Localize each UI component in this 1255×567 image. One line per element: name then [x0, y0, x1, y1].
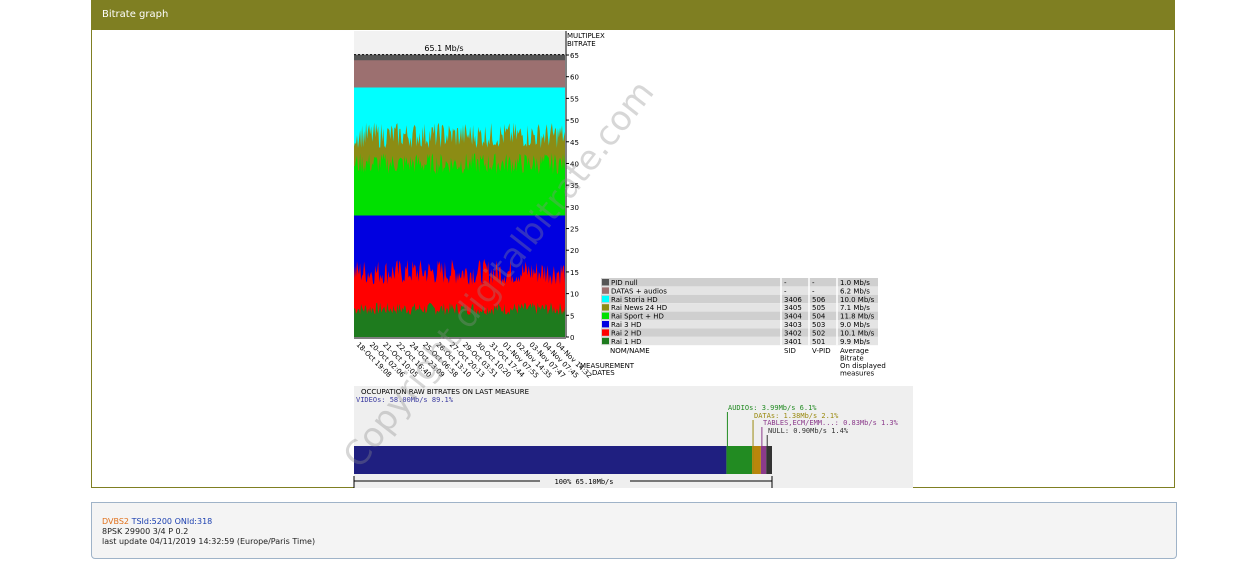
row-color-swatch	[602, 329, 609, 336]
row-vpid: 501	[812, 338, 825, 346]
header-avg: measures	[840, 370, 875, 378]
row-name: Rai News 24 HD	[611, 304, 667, 312]
row-avg: 6.2 Mb/s	[840, 287, 870, 295]
row-color-swatch	[602, 295, 609, 303]
row-sid: 3403	[784, 321, 802, 329]
row-name: Rai 3 HD	[611, 321, 642, 329]
row-sid: 3406	[784, 296, 802, 304]
y-tick-label: 65	[570, 52, 579, 60]
y-tick-label: 60	[570, 74, 579, 82]
row-vpid: 502	[812, 329, 825, 337]
footer-info: DVBS2 TSId:5200 ONId:318 8PSK 29900 3/4 …	[91, 502, 1177, 559]
row-color-swatch	[602, 321, 609, 328]
chart-top-label: 65.1 Mb/s	[424, 44, 463, 53]
y-tick-label: 55	[570, 95, 579, 103]
occupation-segment	[726, 446, 753, 474]
row-name: Rai Storia HD	[611, 296, 658, 304]
y-tick-label: 15	[570, 269, 579, 277]
occupation-total-label: 100% 65.10Mb/s	[554, 478, 613, 486]
x-axis-title: DATES	[592, 369, 615, 377]
y-tick-label: 50	[570, 117, 579, 125]
row-color-swatch	[602, 337, 609, 345]
modulation-label: 8PSK 29900 3/4 P 0.2	[102, 527, 189, 536]
row-vpid: 503	[812, 321, 825, 329]
row-color-swatch	[602, 279, 609, 286]
row-avg: 1.0 Mb/s	[840, 279, 870, 287]
row-sid: 3404	[784, 313, 802, 321]
segment-label: TABLES,ECM/EMM...: 0.83Mb/s 1.3%	[763, 419, 899, 427]
row-avg: 9.0 Mb/s	[840, 321, 870, 329]
last-update-label: last update 04/11/2019 14:32:59 (Europe/…	[102, 537, 316, 546]
row-vpid: 505	[812, 304, 825, 312]
segment-label: AUDIOs: 3.99Mb/s 6.1%	[728, 404, 817, 412]
y-axis-title: MULTIPLEX	[567, 32, 605, 40]
row-sid: 3405	[784, 304, 802, 312]
y-tick-label: 20	[570, 247, 579, 255]
row-sid: 3401	[784, 338, 802, 346]
row-avg: 7.1 Mb/s	[840, 304, 870, 312]
header-vpid: V-PID	[812, 347, 831, 355]
row-sid: 3402	[784, 329, 802, 337]
y-tick-label: 10	[570, 291, 579, 299]
y-tick-label: 5	[570, 312, 574, 320]
row-avg: 9.9 Mb/s	[840, 338, 870, 346]
header-sid: SID	[784, 347, 796, 355]
row-name: DATAS + audios	[611, 287, 667, 295]
row-name: Rai Sport + HD	[611, 313, 664, 321]
segment-label: NULL: 0.90Mb/s 1.4%	[768, 427, 849, 435]
row-vpid: 504	[812, 313, 826, 321]
row-name: Rai 1 HD	[611, 338, 642, 346]
row-color-swatch	[602, 287, 609, 294]
row-vpid: 506	[812, 296, 826, 304]
row-color-swatch	[602, 304, 609, 311]
bitrate-graph: 65.1 Mb/sMULTIPLEXBITRATE051015202530354…	[336, 31, 913, 488]
ids-label: TSId:5200 ONId:318	[131, 517, 213, 526]
row-avg: 10.0 Mb/s	[840, 296, 875, 304]
y-tick-label: 25	[570, 226, 579, 234]
row-name: PID null	[611, 279, 638, 287]
occupation-segment	[354, 446, 727, 474]
row-avg: 11.8 Mb/s	[840, 313, 875, 321]
header-name: NOM/NAME	[610, 347, 650, 355]
standard-label: DVBS2	[102, 517, 130, 526]
y-axis-title: BITRATE	[567, 40, 596, 48]
row-name: Rai 2 HD	[611, 329, 642, 337]
row-color-swatch	[602, 312, 609, 319]
y-tick-label: 0	[570, 334, 574, 342]
row-avg: 10.1 Mb/s	[840, 329, 875, 337]
